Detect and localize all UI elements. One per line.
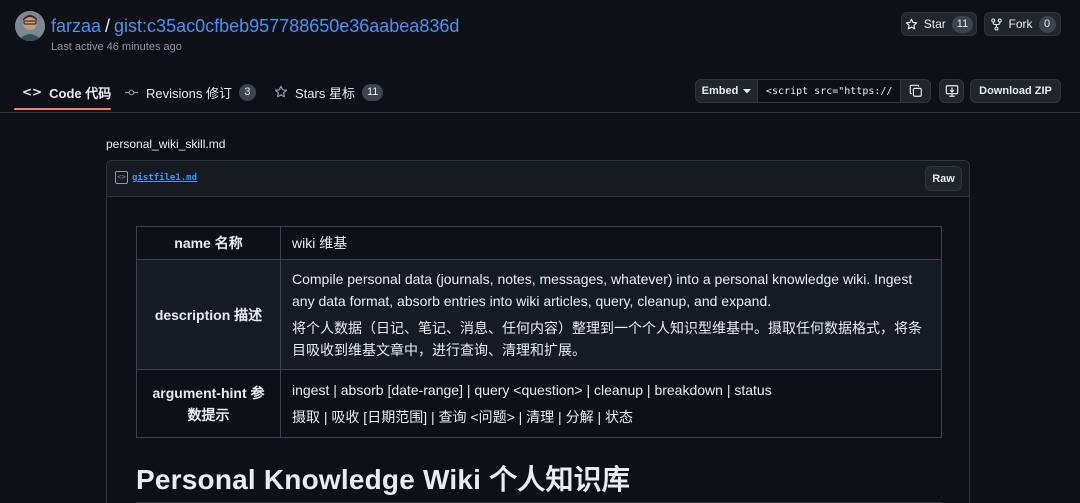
title-separator: / [105, 16, 111, 36]
value-text-zh: 将个人数据（日记、笔记、消息、任何内容）整理到一个个人知识型维基中。摄取任何数据… [292, 320, 922, 358]
copy-embed-button[interactable] [901, 80, 930, 102]
star-count: 11 [951, 15, 974, 33]
avatar[interactable] [15, 11, 45, 41]
doc-heading: Personal Knowledge Wiki 个人知识库 [136, 464, 631, 495]
table-value-cell: ingest | absorb [date-range] | query <qu… [280, 369, 942, 438]
download-zip-label: Download ZIP [979, 85, 1052, 97]
table-row: description 描述 Compile personal data (jo… [136, 259, 942, 370]
code-icon: <> [22, 85, 43, 99]
fork-count: 0 [1038, 15, 1056, 33]
download-zip-button[interactable]: Download ZIP [970, 79, 1061, 103]
copy-icon [909, 84, 922, 97]
gist-header: farzaa / gist:c35ac0cfbeb957788650e36aabea… [0, 0, 1080, 113]
desktop-download-icon [945, 85, 958, 97]
tab-code-label: Code 代码 [49, 85, 112, 101]
file-name-link[interactable]: gistfile1.md [132, 173, 197, 183]
desktop-download-button[interactable] [939, 79, 964, 103]
fork-button[interactable]: Fork 0 [984, 12, 1061, 36]
git-commit-icon [125, 89, 138, 95]
gist-title: farzaa / gist:c35ac0cfbeb957788650e36aabea… [51, 13, 459, 39]
embed-dropdown[interactable]: Embed [696, 80, 758, 102]
embed-group: Embed [695, 79, 931, 103]
table-key-cell: description 描述 [136, 259, 281, 370]
value-text: ingest | absorb [date-range] | query <qu… [292, 382, 772, 398]
embed-code-input[interactable] [758, 80, 901, 102]
value-text-zh: 摄取 | 吸收 [日期范围] | 查询 <问题> | 清理 | 分解 | 状态 [292, 409, 633, 425]
table-value-cell: Compile personal data (journals, notes, … [280, 259, 942, 370]
table-key-cell: name 名称 [136, 226, 281, 260]
raw-button[interactable]: Raw [925, 166, 962, 191]
star-button[interactable]: Star 11 [901, 12, 977, 36]
embed-label: Embed [701, 85, 739, 97]
stars-count: 11 [361, 83, 384, 101]
frontmatter-table: name 名称 wiki 维基 description 描述 Compile p… [136, 226, 942, 438]
file-header: <> gistfile1.md Raw [107, 161, 969, 197]
file-title: personal_wiki_skill.md [106, 137, 226, 151]
table-value-cell: wiki 维基 [280, 226, 942, 260]
file-container: <> gistfile1.md Raw name 名称 wiki 维基 desc… [106, 160, 970, 503]
fork-icon [990, 17, 1002, 31]
fork-label: Fork [1008, 17, 1033, 31]
table-row: argument-hint 参数提示 ingest | absorb [date… [136, 369, 942, 438]
active-tab-indicator [14, 108, 111, 110]
tab-stars[interactable]: Stars 星标 11 [274, 79, 384, 105]
triangle-down-icon [743, 89, 752, 94]
tab-stars-label: Stars 星标 [295, 85, 355, 101]
table-row: name 名称 wiki 维基 [136, 226, 942, 260]
file-code-icon: <> [115, 171, 128, 184]
revisions-count: 3 [238, 83, 256, 101]
star-label: Star [923, 17, 946, 31]
gist-name-link[interactable]: gist:c35ac0cfbeb957788650e36aabea836d [114, 16, 459, 36]
owner-link[interactable]: farzaa [51, 16, 101, 36]
tab-revisions[interactable]: Revisions 修订 3 [124, 79, 256, 105]
value-text: wiki 维基 [292, 235, 348, 251]
tab-code[interactable]: <> Code 代码 [22, 79, 111, 105]
star-icon [905, 18, 917, 29]
last-active-text: Last active 46 minutes ago [51, 41, 182, 53]
tab-revisions-label: Revisions 修订 [146, 85, 232, 101]
star-icon [274, 85, 288, 98]
value-text: Compile personal data (journals, notes, … [292, 271, 913, 309]
table-key-cell: argument-hint 参数提示 [136, 369, 281, 438]
